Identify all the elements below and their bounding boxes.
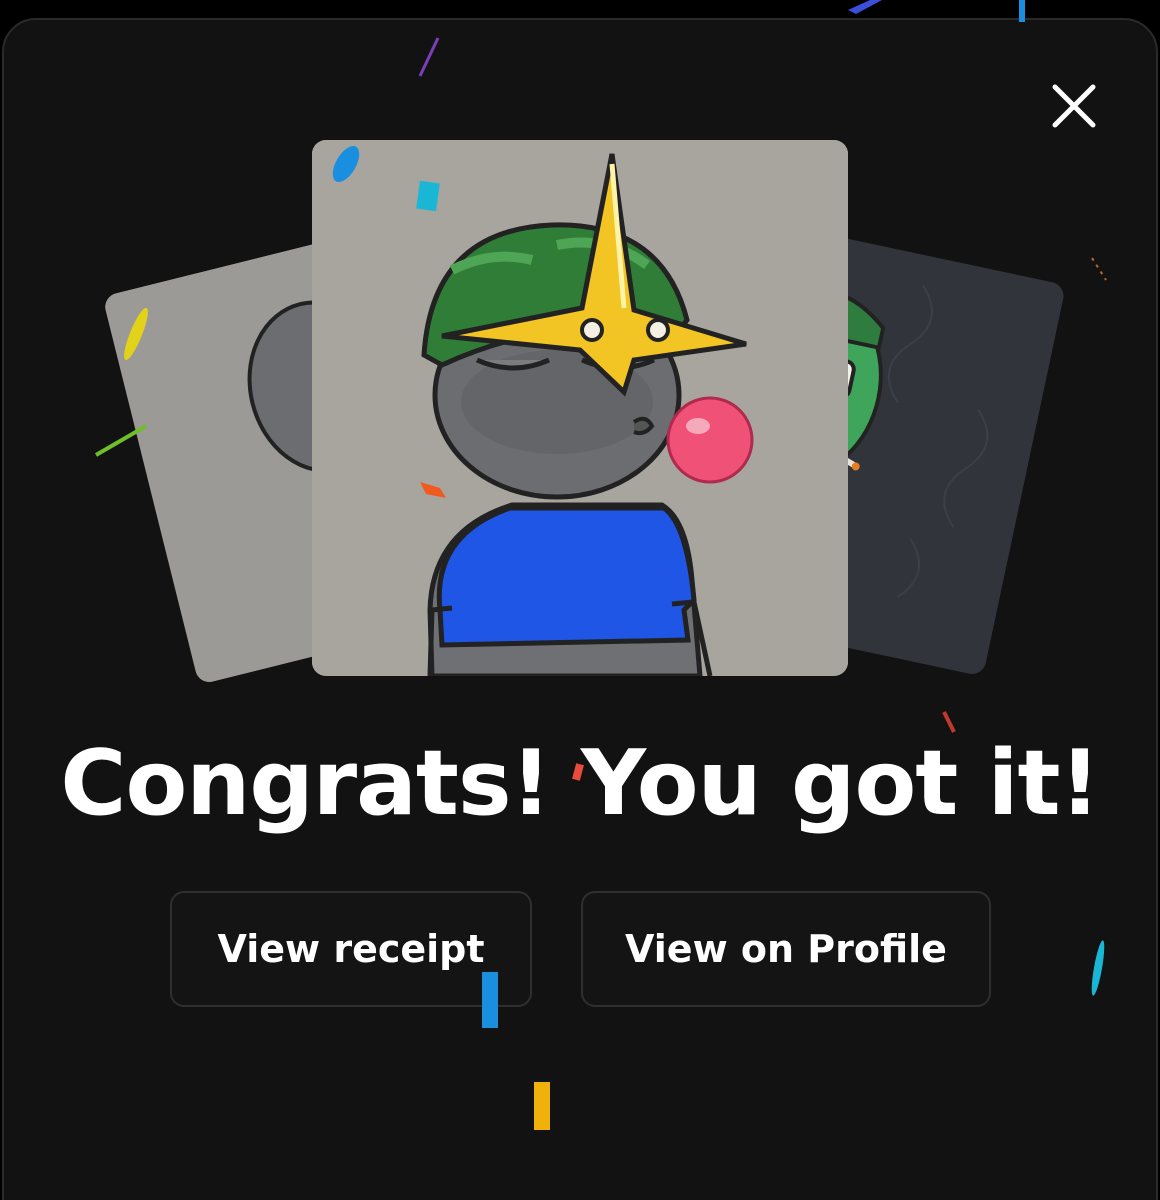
close-icon	[1052, 84, 1096, 128]
view-on-profile-button[interactable]: View on Profile	[581, 891, 991, 1007]
screen: Congrats! You got it! View receipt View …	[0, 0, 1160, 1200]
success-headline: Congrats! You got it!	[60, 731, 1100, 836]
view-receipt-button[interactable]: View receipt	[170, 891, 532, 1007]
close-button[interactable]	[1046, 78, 1102, 134]
nft-card-featured	[312, 140, 848, 676]
